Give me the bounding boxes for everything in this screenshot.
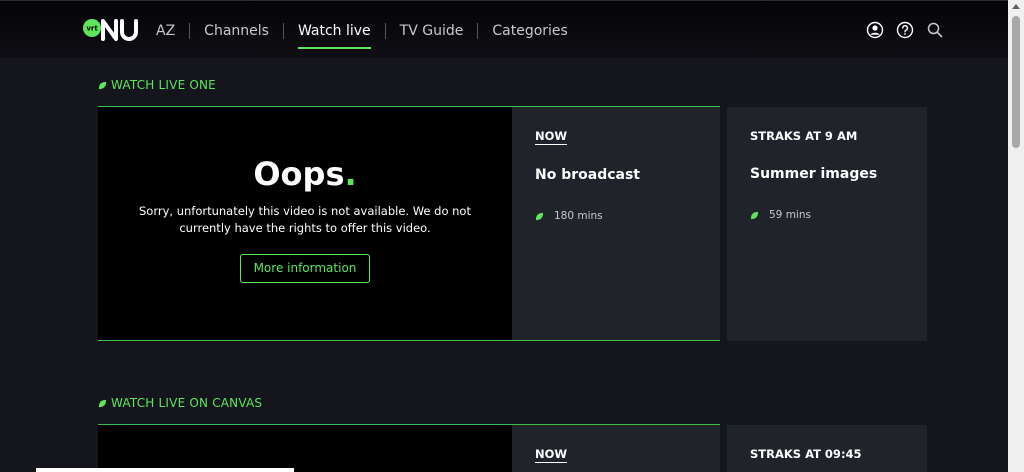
- nav-item-watch-live[interactable]: Watch live: [284, 20, 385, 49]
- main-nav: AZ Channels Watch live TV Guide Categori…: [156, 20, 582, 49]
- section-title-text[interactable]: WATCH LIVE ONE: [111, 78, 216, 92]
- next-label: STRAKS AT 9 AM: [750, 129, 858, 143]
- error-message: Sorry, unfortunately this video is not a…: [139, 204, 471, 235]
- now-title: No broadcast: [535, 167, 640, 183]
- now-label: NOW: [535, 129, 568, 145]
- help-icon[interactable]: [896, 21, 914, 39]
- svg-text:vrt: vrt: [86, 25, 98, 33]
- next-duration-text: 59 mins: [769, 209, 811, 221]
- page-scrollbar[interactable]: [1008, 0, 1024, 472]
- video-player[interactable]: Oops. Sorry, unfortunately this video is…: [98, 107, 512, 340]
- leaf-icon: [750, 211, 759, 219]
- leaf-icon: [98, 81, 107, 89]
- now-label: NOW: [535, 447, 568, 463]
- error-heading-text: Oops: [253, 155, 345, 193]
- nav-item-channels[interactable]: Channels: [190, 20, 283, 42]
- section-title-text[interactable]: WATCH LIVE ON CANVAS: [111, 396, 262, 410]
- search-icon[interactable]: [926, 21, 944, 39]
- header-actions: [866, 21, 944, 39]
- next-label: STRAKS AT 09:45: [750, 447, 862, 461]
- next-duration: 59 mins: [750, 209, 811, 221]
- next-title: Summer images: [750, 166, 878, 182]
- nav-item-tv-guide[interactable]: TV Guide: [386, 20, 478, 42]
- error-heading: Oops.: [98, 154, 512, 194]
- nav-item-az[interactable]: AZ: [156, 20, 189, 42]
- nav-item-categories[interactable]: Categories: [478, 20, 581, 42]
- scroll-thumb[interactable]: [1012, 16, 1020, 148]
- now-playing-panel[interactable]: NOW: [512, 425, 720, 472]
- now-duration: 180 mins: [535, 210, 603, 222]
- top-header: vrt AZ Channels Watch live TV Guide Cate…: [0, 0, 1008, 58]
- section-title-watch-live-one: WATCH LIVE ONE: [98, 78, 216, 92]
- more-information-button[interactable]: More information: [240, 254, 370, 283]
- error-heading-dot: .: [344, 155, 357, 193]
- scroll-up-arrow-icon[interactable]: [1012, 4, 1020, 9]
- bottom-overlay-bar: [36, 468, 294, 472]
- vrt-nu-logo[interactable]: vrt: [82, 15, 142, 43]
- now-duration-text: 180 mins: [554, 210, 603, 222]
- leaf-icon: [535, 212, 544, 220]
- leaf-icon: [98, 399, 107, 407]
- next-program-card[interactable]: STRAKS AT 9 AM Summer images 59 mins: [727, 107, 927, 341]
- section-title-watch-live-canvas: WATCH LIVE ON CANVAS: [98, 396, 262, 410]
- user-icon[interactable]: [866, 21, 884, 39]
- video-player[interactable]: [98, 425, 512, 472]
- next-program-card[interactable]: STRAKS AT 09:45: [727, 425, 927, 472]
- now-playing-panel[interactable]: NOW No broadcast 180 mins: [512, 107, 720, 340]
- divider-line: [98, 340, 720, 341]
- page: vrt AZ Channels Watch live TV Guide Cate…: [0, 0, 1024, 472]
